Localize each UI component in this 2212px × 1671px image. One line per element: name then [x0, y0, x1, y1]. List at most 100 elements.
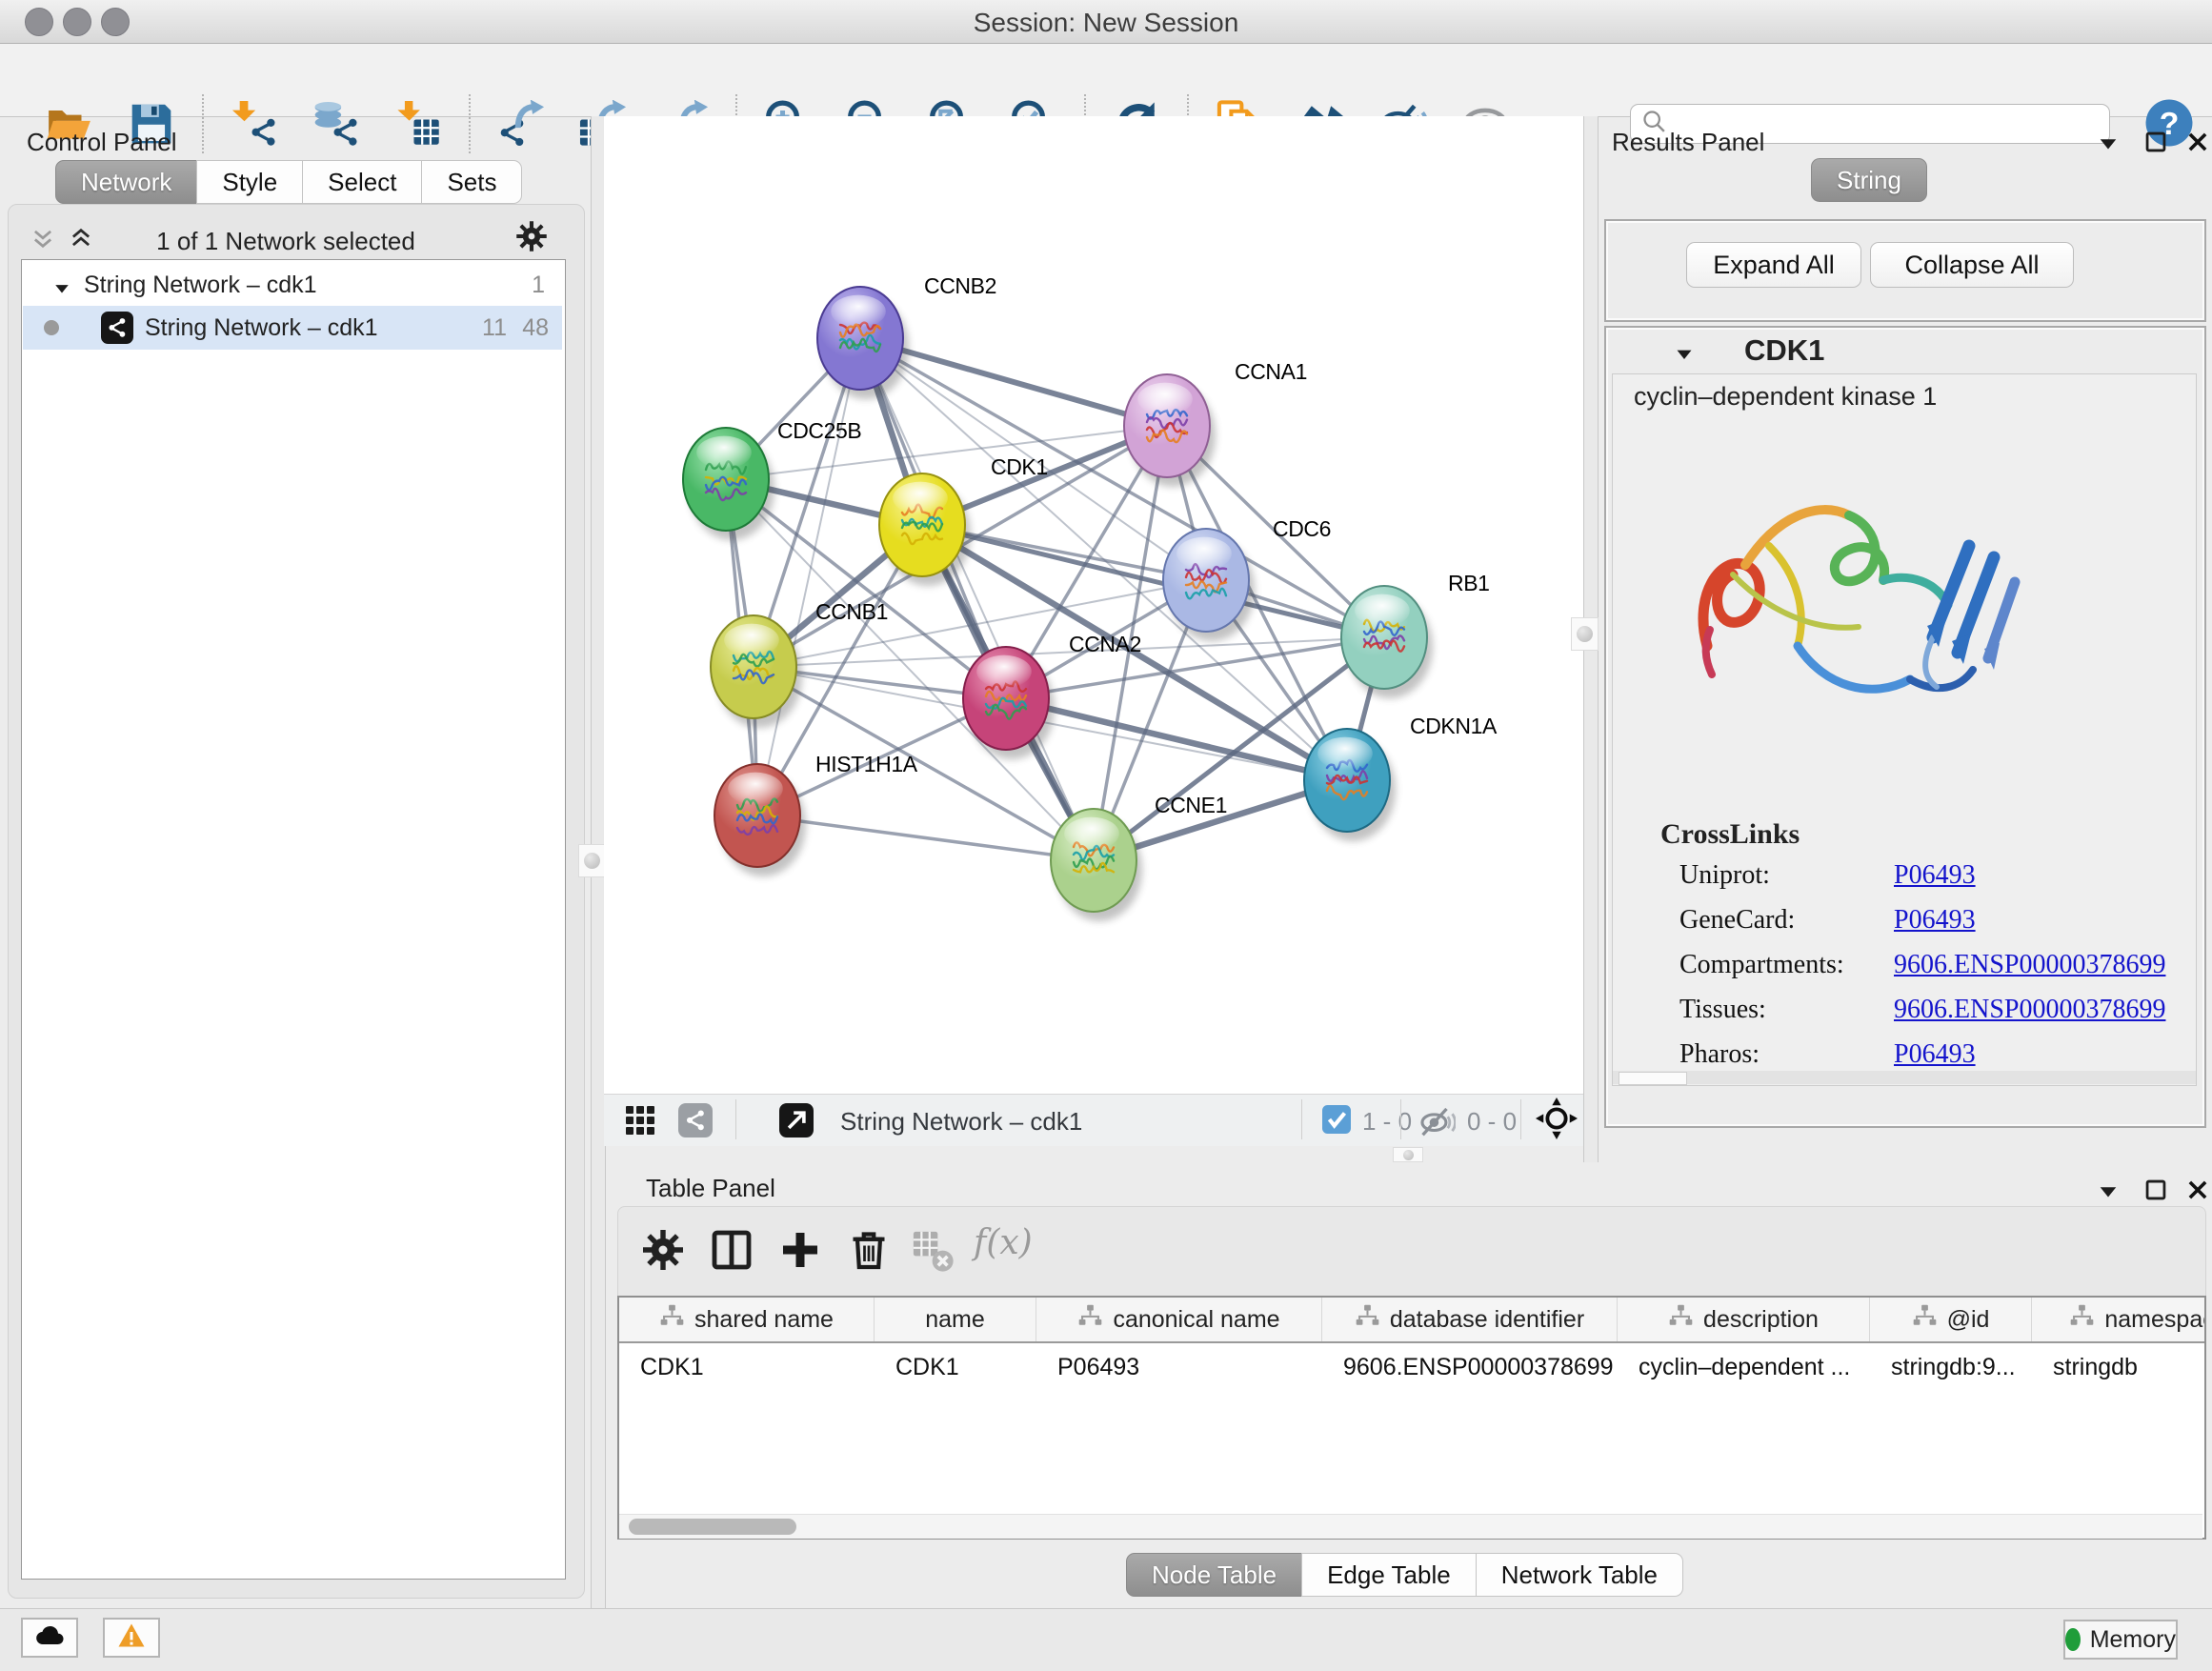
selected-node-edge-counts: 1 - 0	[1362, 1107, 1412, 1137]
results-mini-scrollbar-thumb[interactable]	[1619, 1072, 1687, 1085]
tab-network-table[interactable]: Network Table	[1476, 1553, 1683, 1597]
table-cell[interactable]: stringdb	[2032, 1354, 2206, 1381]
table-cell[interactable]: 9606.ENSP00000378699	[1322, 1354, 1618, 1381]
memory-button[interactable]: Memory	[2063, 1620, 2178, 1660]
app-window: Session: New Session ? Control Panel Net…	[0, 0, 2212, 1671]
edge-CCNB2-CCNE1[interactable]	[860, 338, 1094, 860]
edge-CCNB2-HIST1H1A[interactable]	[757, 338, 860, 815]
memory-status-dot	[2065, 1628, 2081, 1651]
table-cell[interactable]: CDK1	[619, 1354, 875, 1381]
crosslink-link[interactable]: 9606.ENSP00000378699	[1894, 995, 2165, 1025]
warnings-button[interactable]	[103, 1618, 160, 1658]
network-node-count: 11	[465, 314, 507, 342]
tab-edge-table[interactable]: Edge Table	[1301, 1553, 1477, 1597]
node-CDKN1A[interactable]	[1304, 729, 1396, 841]
node-CCNE1[interactable]	[1051, 809, 1142, 921]
network-row-selected[interactable]: String Network – cdk1 11 48	[23, 306, 562, 350]
node-CCNA1[interactable]	[1124, 374, 1216, 487]
fit-selected-crosshair-icon[interactable]	[1536, 1097, 1578, 1139]
collection-caret-icon[interactable]	[53, 276, 70, 293]
results-panel-float-icon[interactable]	[2143, 130, 2168, 154]
network-view-title: String Network – cdk1	[840, 1107, 1082, 1137]
crosslink-row: Pharos: P06493	[1679, 1039, 1976, 1070]
edge-CCNA2-CDKN1A[interactable]	[1006, 698, 1347, 780]
import-table-icon[interactable]	[389, 94, 448, 153]
import-network-icon[interactable]	[225, 94, 284, 153]
node-CCNB1[interactable]	[711, 615, 802, 728]
collection-count: 1	[532, 272, 545, 299]
expand-all-button[interactable]: Expand All	[1686, 242, 1861, 288]
node-CCNB2[interactable]	[817, 287, 909, 399]
tab-node-table[interactable]: Node Table	[1126, 1553, 1302, 1597]
table-cell[interactable]: stringdb:9...	[1870, 1354, 2032, 1381]
birds-eye-grid-icon[interactable]	[625, 1105, 655, 1136]
protein-collapse-caret-icon[interactable]	[1675, 345, 1694, 364]
node-label-CCNE1: CCNE1	[1155, 793, 1227, 817]
left-splitter-handle[interactable]	[578, 844, 606, 877]
crosslink-link[interactable]: P06493	[1894, 860, 1976, 891]
network-edge-count: 48	[507, 314, 549, 342]
results-panel-close-icon[interactable]	[2185, 130, 2210, 154]
add-column-icon[interactable]	[777, 1227, 823, 1273]
hidden-node-edge-counts: 0 - 0	[1467, 1107, 1517, 1137]
tab-network[interactable]: Network	[55, 160, 197, 204]
memory-label: Memory	[2090, 1626, 2176, 1654]
tab-sets[interactable]: Sets	[421, 160, 522, 204]
tab-select[interactable]: Select	[302, 160, 422, 204]
expand-all-networks-icon[interactable]	[30, 227, 55, 252]
crosslink-row: GeneCard: P06493	[1679, 905, 1976, 936]
table-scrollbar-thumb[interactable]	[629, 1519, 796, 1535]
delete-column-icon[interactable]	[846, 1227, 892, 1273]
bottom-status-bar	[0, 1608, 2212, 1671]
column-header-shared-name[interactable]: shared name	[619, 1298, 875, 1341]
table-row[interactable]: CDK1CDK1P064939606.ENSP00000378699cyclin…	[619, 1343, 2204, 1391]
selected-checkbox-icon[interactable]	[1322, 1105, 1351, 1134]
table-cell[interactable]: P06493	[1036, 1354, 1322, 1381]
table-horizontal-scrollbar[interactable]	[619, 1514, 2202, 1539]
main-toolbar: ?	[0, 44, 2212, 117]
window-title: Session: New Session	[0, 8, 2212, 38]
tab-style[interactable]: Style	[196, 160, 303, 204]
node-label-RB1: RB1	[1448, 571, 1490, 595]
network-collection-row[interactable]: String Network – cdk1 1	[23, 264, 562, 306]
bottom-splitter-handle[interactable]	[1393, 1147, 1423, 1162]
protein-structure-image[interactable]	[1655, 432, 2055, 803]
import-database-icon[interactable]	[307, 94, 366, 153]
show-columns-icon[interactable]	[709, 1227, 754, 1273]
node-RB1[interactable]	[1341, 586, 1433, 698]
node-CDC6[interactable]	[1163, 529, 1255, 641]
column-header-database-identifier[interactable]: database identifier	[1322, 1298, 1618, 1341]
table-cell[interactable]: cyclin–dependent ...	[1618, 1354, 1870, 1381]
table-panel-close-icon[interactable]	[2185, 1178, 2210, 1202]
export-network-icon[interactable]	[492, 94, 551, 153]
crosslink-label: Tissues:	[1679, 995, 1894, 1025]
string-badge-gray-icon[interactable]	[678, 1103, 713, 1137]
crosslink-link[interactable]: 9606.ENSP00000378699	[1894, 950, 2165, 980]
table-panel-float-icon[interactable]	[2143, 1178, 2168, 1202]
cloud-button[interactable]	[21, 1618, 78, 1658]
open-in-browser-icon[interactable]	[779, 1103, 814, 1137]
crosslink-link[interactable]: P06493	[1894, 905, 1976, 936]
tab-string[interactable]: String	[1811, 158, 1927, 202]
node-CCNA2[interactable]	[963, 647, 1055, 759]
table-settings-gear-icon[interactable]	[640, 1227, 686, 1273]
network-options-gear-icon[interactable]	[514, 219, 549, 253]
hidden-elements-eye-icon[interactable]	[1419, 1103, 1456, 1139]
collapse-all-networks-icon[interactable]	[69, 225, 93, 250]
column-header-description[interactable]: description	[1618, 1298, 1870, 1341]
table-panel-menu-icon[interactable]	[2098, 1181, 2119, 1202]
table-cell[interactable]: CDK1	[875, 1354, 1036, 1381]
column-header-@id[interactable]: @id	[1870, 1298, 2032, 1341]
node-CDK1[interactable]	[879, 473, 971, 586]
crosslink-link[interactable]: P06493	[1894, 1039, 1976, 1070]
column-header-name[interactable]: name	[875, 1298, 1036, 1341]
column-header-namespace[interactable]: namespace	[2032, 1298, 2206, 1341]
node-HIST1H1A[interactable]	[714, 764, 806, 876]
results-panel-menu-icon[interactable]	[2098, 133, 2119, 154]
right-splitter-handle[interactable]	[1571, 617, 1599, 651]
column-header-canonical-name[interactable]: canonical name	[1036, 1298, 1322, 1341]
collapse-all-button[interactable]: Collapse All	[1870, 242, 2074, 288]
edge-HIST1H1A-CCNE1[interactable]	[757, 815, 1094, 860]
network-canvas[interactable]: CCNB2CCNA1CDC25BCDK1CDC6RB1CCNB1CCNA2CDK…	[604, 116, 1583, 1094]
node-label-CCNB2: CCNB2	[924, 273, 996, 298]
